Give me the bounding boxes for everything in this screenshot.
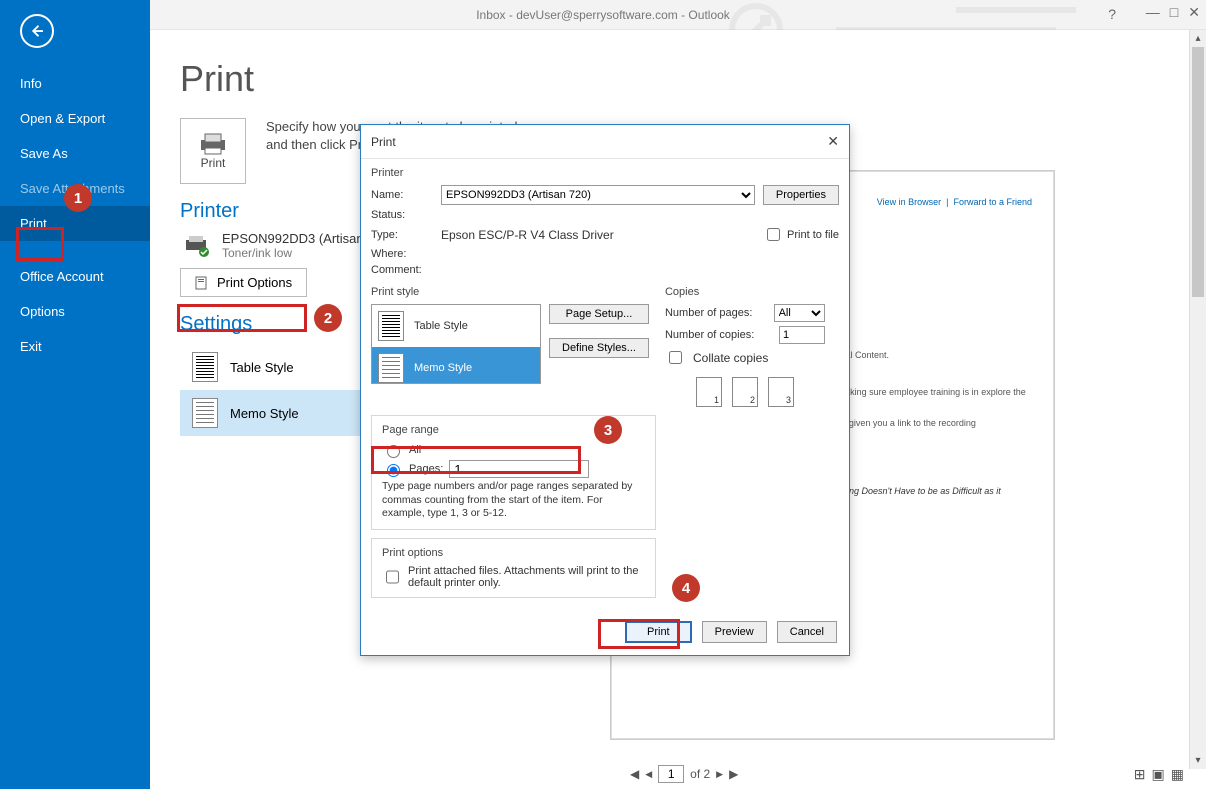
print-dialog: Print ✕ Printer Name: EPSON992DD3 (Artis… bbox=[360, 124, 850, 656]
scroll-up-arrow[interactable]: ▴ bbox=[1190, 30, 1206, 47]
print-attached-checkbox[interactable] bbox=[386, 568, 399, 586]
page-prev[interactable]: ◀ bbox=[645, 769, 652, 780]
printer-name-select[interactable]: EPSON992DD3 (Artisan 720) bbox=[441, 185, 755, 205]
style-option-table[interactable]: Table Style bbox=[372, 305, 540, 347]
title-bar: Inbox - devUser@sperrysoftware.com - Out… bbox=[0, 0, 1206, 30]
page-setup-button[interactable]: Page Setup... bbox=[549, 304, 649, 324]
sidebar-item-open-export[interactable]: Open & Export bbox=[0, 101, 150, 136]
style-table-option[interactable]: Table Style bbox=[180, 344, 380, 390]
thumb-memo-icon bbox=[378, 353, 404, 383]
one-page-icon[interactable]: ▣ bbox=[1152, 766, 1165, 783]
print-options-label: Print Options bbox=[217, 275, 292, 290]
dialog-cancel-button[interactable]: Cancel bbox=[777, 621, 837, 643]
multi-page-icon[interactable]: ▦ bbox=[1171, 766, 1184, 783]
callout-badge-2: 2 bbox=[314, 304, 342, 332]
style-option-memo[interactable]: Memo Style bbox=[372, 347, 540, 384]
callout-badge-1: 1 bbox=[64, 184, 92, 212]
num-pages-select[interactable]: All bbox=[774, 304, 825, 322]
preview-forward-link: Forward to a Friend bbox=[953, 197, 1032, 207]
print-options-icon bbox=[195, 276, 209, 290]
sidebar-item-save-as[interactable]: Save As bbox=[0, 136, 150, 171]
dialog-close-button[interactable]: ✕ bbox=[827, 133, 839, 150]
minimize-button[interactable]: — bbox=[1146, 4, 1160, 21]
collate-illustration: 123 bbox=[665, 377, 825, 407]
printer-status-icon bbox=[184, 234, 212, 258]
define-styles-button[interactable]: Define Styles... bbox=[549, 338, 649, 358]
sidebar-item-exit[interactable]: Exit bbox=[0, 329, 150, 364]
page-next-outer[interactable]: ▶ bbox=[729, 767, 738, 781]
callout-box-3 bbox=[371, 446, 581, 474]
callout-box-4 bbox=[598, 619, 680, 649]
sidebar-item-office-account[interactable]: Office Account bbox=[0, 259, 150, 294]
style-memo-label: Memo Style bbox=[230, 406, 299, 421]
printer-name-label: Name: bbox=[371, 189, 433, 201]
print-to-file-label: Print to file bbox=[787, 229, 839, 241]
printer-properties-button[interactable]: Properties bbox=[763, 185, 839, 205]
dialog-title: Print bbox=[371, 135, 396, 149]
print-to-file-checkbox[interactable] bbox=[767, 228, 780, 241]
collate-label: Collate copies bbox=[693, 351, 768, 365]
print-style-label: Print style bbox=[371, 286, 649, 298]
style-table-label: Table Style bbox=[230, 360, 294, 375]
thumb-table-icon bbox=[192, 352, 218, 382]
page-title: Print bbox=[180, 58, 1206, 100]
where-label: Where: bbox=[371, 248, 433, 260]
vertical-scrollbar[interactable]: ▴ ▾ bbox=[1189, 30, 1206, 769]
num-copies-input[interactable] bbox=[779, 326, 825, 344]
print-options-group-label: Print options bbox=[382, 547, 645, 559]
preview-view-browser-link: View in Browser bbox=[877, 197, 941, 207]
thumb-memo-icon bbox=[192, 398, 218, 428]
page-prev-outer[interactable]: ◀ bbox=[630, 767, 639, 781]
copies-label: Copies bbox=[665, 286, 825, 298]
page-number-input[interactable] bbox=[658, 765, 684, 783]
type-label: Type: bbox=[371, 229, 433, 241]
scroll-down-arrow[interactable]: ▾ bbox=[1190, 752, 1206, 769]
print-big-button-label: Print bbox=[201, 156, 226, 170]
close-window-button[interactable]: ✕ bbox=[1188, 4, 1200, 21]
callout-badge-3: 3 bbox=[594, 416, 622, 444]
restore-button[interactable]: □ bbox=[1170, 4, 1178, 21]
page-navigator: ◀ ◀ of 2 ▶ ▶ bbox=[630, 765, 738, 783]
num-pages-label: Number of pages: bbox=[665, 307, 766, 319]
printer-icon bbox=[197, 132, 229, 156]
backstage-sidebar: Info Open & Export Save As Save Attachme… bbox=[0, 0, 150, 789]
actual-size-icon[interactable]: ⊞ bbox=[1134, 766, 1146, 783]
thumb-table-icon bbox=[378, 311, 404, 341]
type-value: Epson ESC/P-R V4 Class Driver bbox=[441, 228, 614, 242]
style-memo-option[interactable]: Memo Style bbox=[180, 390, 380, 436]
back-button[interactable] bbox=[20, 14, 54, 48]
sidebar-item-info[interactable]: Info bbox=[0, 66, 150, 101]
callout-box-2 bbox=[177, 304, 307, 332]
print-big-button[interactable]: Print bbox=[180, 118, 246, 184]
print-attached-label: Print attached files. Attachments will p… bbox=[408, 565, 645, 589]
page-of-label: of 2 bbox=[690, 767, 710, 781]
num-copies-label: Number of copies: bbox=[665, 329, 771, 341]
page-range-hint: Type page numbers and/or page ranges sep… bbox=[382, 480, 645, 521]
scroll-thumb[interactable] bbox=[1192, 47, 1204, 297]
status-label: Status: bbox=[371, 209, 433, 221]
callout-badge-4: 4 bbox=[672, 574, 700, 602]
dialog-preview-button[interactable]: Preview bbox=[702, 621, 767, 643]
printer-group-label: Printer bbox=[371, 167, 839, 179]
page-next[interactable]: ▶ bbox=[716, 769, 723, 780]
comment-label: Comment: bbox=[371, 264, 433, 276]
print-style-list[interactable]: Table Style Memo Style bbox=[371, 304, 541, 384]
sidebar-item-options[interactable]: Options bbox=[0, 294, 150, 329]
print-options-button[interactable]: Print Options bbox=[180, 268, 307, 297]
help-icon[interactable]: ? bbox=[1108, 6, 1116, 22]
collate-checkbox[interactable] bbox=[669, 351, 682, 364]
callout-box-1 bbox=[16, 227, 64, 261]
